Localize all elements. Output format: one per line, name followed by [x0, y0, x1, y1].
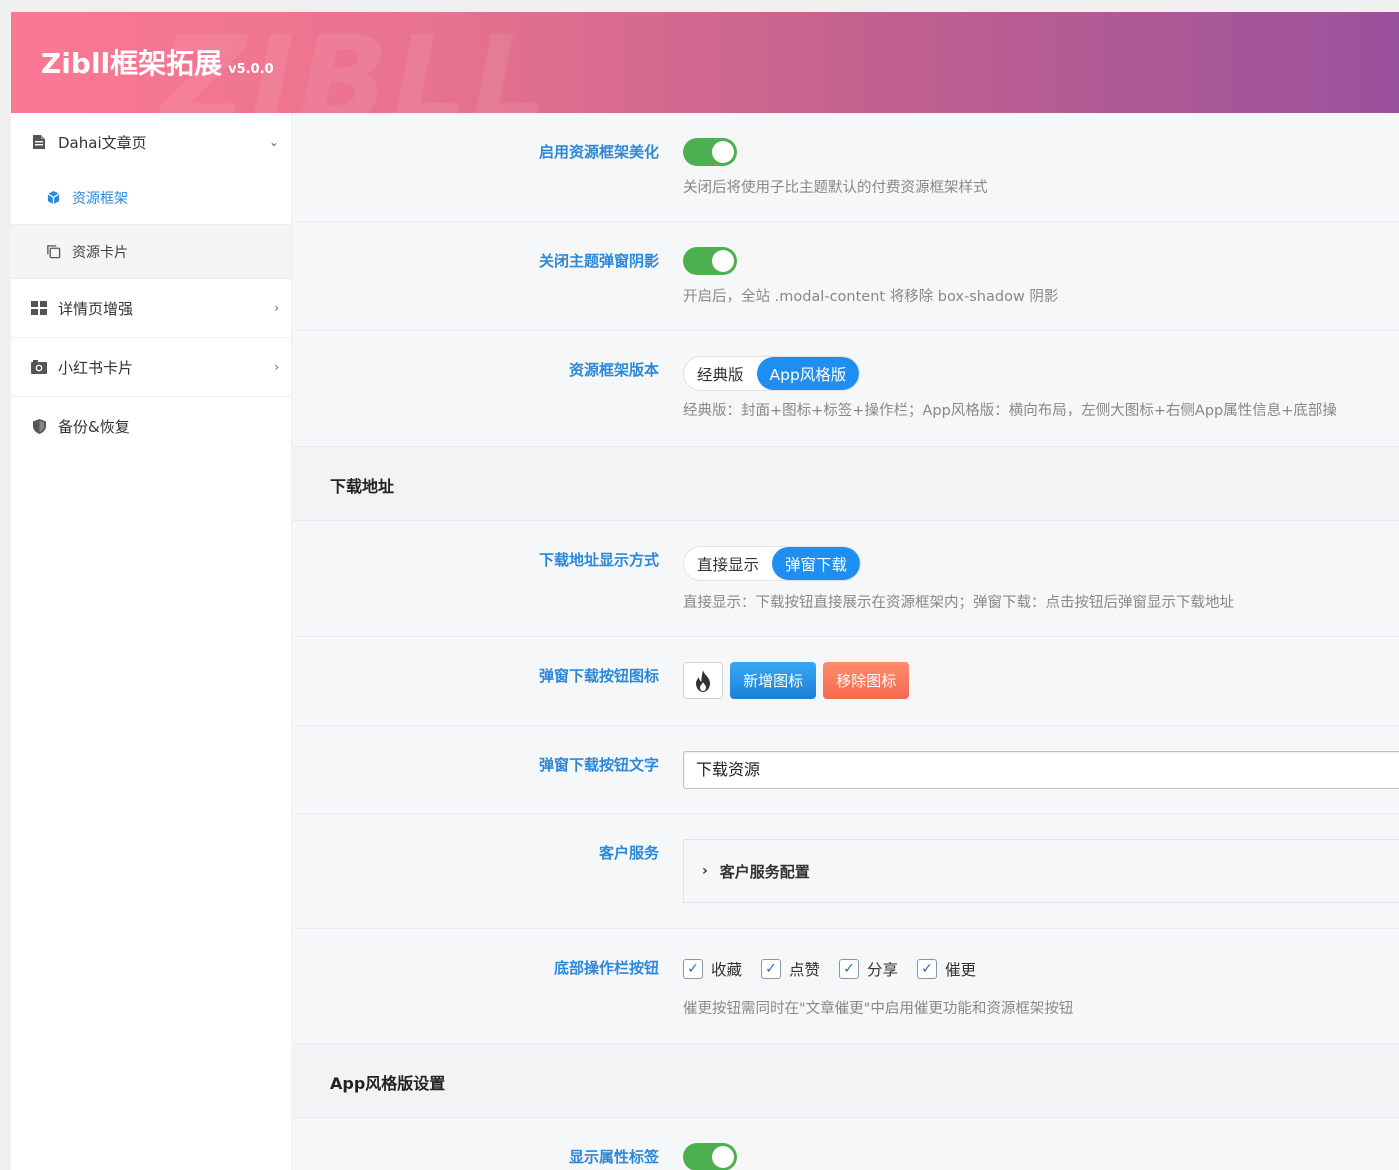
sidebar-item-label: 资源框架 [72, 190, 128, 207]
field-toolbar: 底部操作栏按钮 ✓ 收藏 ✓ 点赞 ✓ 分享 ✓ 催更 催更按钮需同时在"文章催更"中启… [293, 929, 1399, 1044]
field-download-text: 弹窗下载按钮文字 下载资源 [293, 726, 1399, 814]
field-label: 下载地址显示方式 [538, 551, 659, 569]
sidebar-item-xiaohongshu-card[interactable]: 小红书卡片 › [11, 338, 291, 397]
field-label: 启用资源框架美化 [538, 143, 659, 161]
section-app-style: App风格版设置 [293, 1044, 1399, 1118]
field-download-mode: 下载地址显示方式 直接显示 弹窗下载 直接显示：下载按钮直接展示在资源框架内；弹… [293, 521, 1399, 637]
check-icon[interactable]: ✓ [683, 959, 703, 979]
field-label: 关闭主题弹窗阴影 [538, 252, 659, 270]
option-app-style[interactable]: App风格版 [756, 357, 860, 390]
segmented-control: 经典版 App风格版 [683, 356, 861, 391]
document-icon [31, 134, 47, 150]
section-download: 下载地址 [293, 447, 1399, 521]
beautify-toggle[interactable] [683, 138, 737, 166]
flame-icon[interactable] [683, 662, 723, 699]
app-title: Zibll框架拓展 v5.0.0 [41, 42, 274, 82]
sidebar-item-label: 资源卡片 [72, 244, 128, 261]
checkbox-row: ✓ 收藏 ✓ 点赞 ✓ 分享 ✓ 催更 [683, 958, 995, 980]
header-banner: ZIBLL Zibll框架拓展 v5.0.0 [11, 12, 1399, 113]
chevron-right-icon: › [274, 301, 279, 315]
checkbox-label: 分享 [867, 961, 899, 979]
download-text-wrapper: 下载资源 [683, 751, 1399, 789]
check-icon[interactable]: ✓ [839, 959, 860, 979]
sidebar-item-label: 备份&恢复 [58, 418, 130, 436]
checkbox-favorite[interactable]: ✓ 收藏 [683, 958, 742, 980]
field-description: 直接显示：下载按钮直接展示在资源框架内；弹窗下载：点击按钮后弹窗显示下载地址 [683, 595, 1234, 611]
option-classic[interactable]: 经典版 [684, 357, 757, 390]
accordion-title: 客户服务配置 [719, 862, 810, 881]
field-attr-tags: 显示属性标签 [293, 1118, 1399, 1170]
checkbox-urge[interactable]: ✓ 催更 [917, 958, 976, 980]
attr-tags-toggle[interactable] [683, 1143, 737, 1170]
field-description: 开启后，全站 .modal-content 将移除 box-shadow 阴影 [683, 289, 1059, 305]
field-version: 资源框架版本 经典版 App风格版 经典版：封面+图标+标签+操作栏；App风格… [293, 331, 1399, 447]
field-service: 客户服务 › 客户服务配置 [293, 814, 1399, 929]
sidebar-item-label: 小红书卡片 [58, 358, 134, 377]
service-wrapper: › 客户服务配置 [683, 839, 1399, 903]
toggle-knob [712, 1146, 734, 1168]
download-mode-selector: 直接显示 弹窗下载 [683, 546, 862, 581]
cube-icon [45, 190, 61, 206]
field-download-icon: 弹窗下载按钮图标 新增图标 移除图标 [293, 637, 1399, 726]
icon-picker: 新增图标 移除图标 [683, 662, 910, 699]
checkbox-label: 收藏 [711, 961, 743, 979]
field-shadow: 关闭主题弹窗阴影 开启后，全站 .modal-content 将移除 box-s… [293, 222, 1399, 331]
field-label: 客户服务 [598, 844, 659, 862]
section-title: 下载地址 [330, 477, 395, 496]
chevron-down-icon: ⌄ [268, 135, 279, 149]
copy-icon [45, 244, 61, 260]
grid-icon [31, 300, 47, 316]
version-badge: v5.0.0 [228, 62, 274, 77]
sidebar-item-dahai-article[interactable]: Dahai文章页 ⌄ [11, 113, 291, 171]
field-label: 资源框架版本 [568, 361, 659, 379]
camera-icon [31, 359, 47, 375]
check-icon[interactable]: ✓ [761, 959, 782, 979]
toolbar-checkboxes: ✓ 收藏 ✓ 点赞 ✓ 分享 ✓ 催更 [683, 958, 995, 980]
checkbox-label: 点赞 [789, 961, 821, 979]
chevron-right-icon: › [274, 360, 279, 374]
section-title: App风格版设置 [330, 1074, 446, 1093]
service-accordion[interactable]: › 客户服务配置 [683, 839, 1399, 903]
checkbox-label: 催更 [945, 961, 977, 979]
sidebar-item-backup-restore[interactable]: 备份&恢复 [11, 397, 291, 456]
option-popup[interactable]: 弹窗下载 [772, 547, 861, 580]
sidebar-item-resource-card[interactable]: 资源卡片 [11, 225, 291, 279]
toggle-switch[interactable] [683, 1143, 737, 1170]
sidebar: Dahai文章页 ⌄ 资源框架 资源卡片 详情页增强 › 小红书卡片 › 备份&… [11, 113, 292, 1170]
sidebar-item-resource-frame[interactable]: 资源框架 [11, 171, 291, 225]
chevron-right-icon: › [702, 863, 708, 879]
field-label: 弹窗下载按钮图标 [538, 667, 659, 685]
field-label: 底部操作栏按钮 [553, 959, 659, 977]
shadow-toggle[interactable] [683, 247, 737, 275]
field-label: 显示属性标签 [568, 1148, 659, 1166]
field-description: 催更按钮需同时在"文章催更"中启用催更功能和资源框架按钮 [683, 1001, 1074, 1017]
field-description: 关闭后将使用子比主题默认的付费资源框架样式 [683, 180, 988, 196]
sidebar-item-label: 详情页增强 [58, 299, 134, 318]
field-beautify: 启用资源框架美化 关闭后将使用子比主题默认的付费资源框架样式 [293, 113, 1399, 222]
field-description: 经典版：封面+图标+标签+操作栏；App风格版：横向布局，左侧大图标+右侧App… [683, 403, 1337, 419]
toggle-knob [712, 250, 734, 272]
shield-icon [31, 419, 47, 435]
check-icon[interactable]: ✓ [917, 959, 938, 979]
sidebar-submenu: 资源框架 资源卡片 [11, 171, 291, 279]
toggle-knob [712, 141, 734, 163]
add-icon-button[interactable]: 新增图标 [730, 662, 817, 699]
checkbox-share[interactable]: ✓ 分享 [839, 958, 898, 980]
settings-content: 启用资源框架美化 关闭后将使用子比主题默认的付费资源框架样式 关闭主题弹窗阴影 … [293, 113, 1399, 1170]
remove-icon-button[interactable]: 移除图标 [823, 662, 910, 699]
checkbox-like[interactable]: ✓ 点赞 [761, 958, 820, 980]
app-title-text: Zibll框架拓展 [41, 47, 223, 80]
version-selector: 经典版 App风格版 [683, 356, 861, 391]
sidebar-item-detail-enhance[interactable]: 详情页增强 › [11, 279, 291, 338]
sidebar-item-label: Dahai文章页 [58, 133, 147, 152]
download-text-input[interactable]: 下载资源 [683, 751, 1399, 789]
settings-frame: ZIBLL Zibll框架拓展 v5.0.0 Dahai文章页 ⌄ 资源框架 资源… [11, 12, 1399, 1170]
segmented-control: 直接显示 弹窗下载 [683, 546, 862, 581]
toggle-switch[interactable] [683, 247, 737, 275]
toggle-switch[interactable] [683, 138, 737, 166]
option-direct[interactable]: 直接显示 [684, 547, 772, 580]
field-label: 弹窗下载按钮文字 [538, 756, 659, 774]
